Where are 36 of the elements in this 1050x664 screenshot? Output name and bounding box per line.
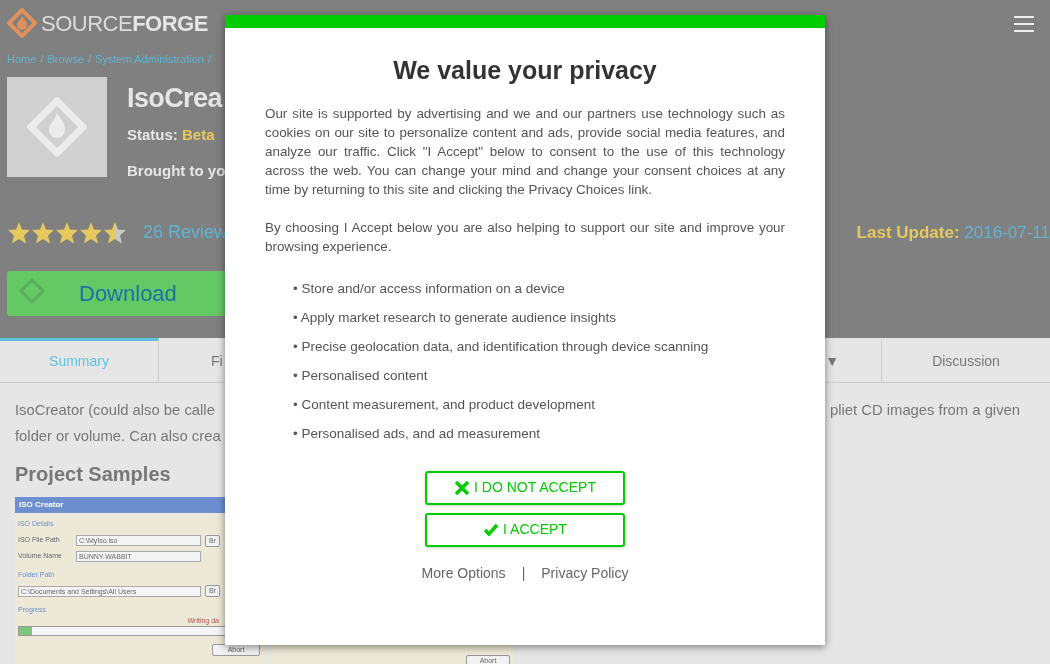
project-author: Brought to yo (127, 161, 226, 181)
dialog-text: By choosing I Accept below you are also helping to support our site and improve your browsing experience. (265, 218, 785, 256)
purpose-item: • Store and/or access information on a device (293, 279, 566, 298)
last-update: Last Update: 2016-07-11 (856, 221, 1050, 244)
breadcrumb-separator: / (88, 52, 92, 67)
description-text: IsoCreator (could also be calle (15, 401, 216, 420)
purpose-item: • Content measurement, and product development (293, 395, 596, 414)
section-heading: Project Samples (15, 462, 171, 487)
star-icon (79, 220, 103, 245)
purpose-item: • Personalised ads, and ad measurement (293, 424, 542, 443)
description-text: pliet CD images from a given (830, 401, 1020, 420)
dialog-text: Our site is supported by advertising and we and our partners use technology such as cookies on our site to personalize content and ads, provide social media features, and analyze our traffic. Click "I Accept" below to consent to the use of this technology across the web. You can change your mind and change your consent choices at any time by returning to this site and clicking the Privacy Choices link. (265, 104, 785, 199)
footer-link[interactable]: Privacy Policy (541, 562, 629, 584)
accept-button[interactable]: I ACCEPT (425, 512, 625, 547)
breadcrumb-separator: / (208, 52, 212, 67)
star-icon (103, 220, 127, 245)
project-title: IsoCrea (127, 84, 222, 112)
purpose-item: • Apply market research to generate audience insights (293, 308, 617, 327)
close-icon (454, 479, 471, 496)
breadcrumb-separator: / (40, 52, 44, 67)
check-icon (483, 522, 500, 537)
project-status: Status: Beta (127, 124, 216, 145)
flame-icon (27, 96, 87, 157)
reject-button[interactable]: I DO NOT ACCEPT (425, 470, 625, 505)
purpose-item: • Personalised content (293, 366, 429, 385)
purpose-item: • Precise geolocation data, and identification through device scanning (293, 337, 710, 356)
star-icon (55, 220, 79, 245)
footer-link[interactable]: More Options (421, 562, 506, 584)
logo-icon (7, 8, 37, 38)
star-icon (7, 220, 31, 245)
star-icon (31, 220, 55, 245)
menu-icon[interactable] (1013, 14, 1035, 32)
description-text: folder or volume. Can also crea (15, 427, 221, 446)
link-separator: | (521, 563, 526, 583)
dialog-title: We value your privacy (392, 55, 658, 86)
logo-text: SOURCEFORGE (41, 9, 208, 38)
